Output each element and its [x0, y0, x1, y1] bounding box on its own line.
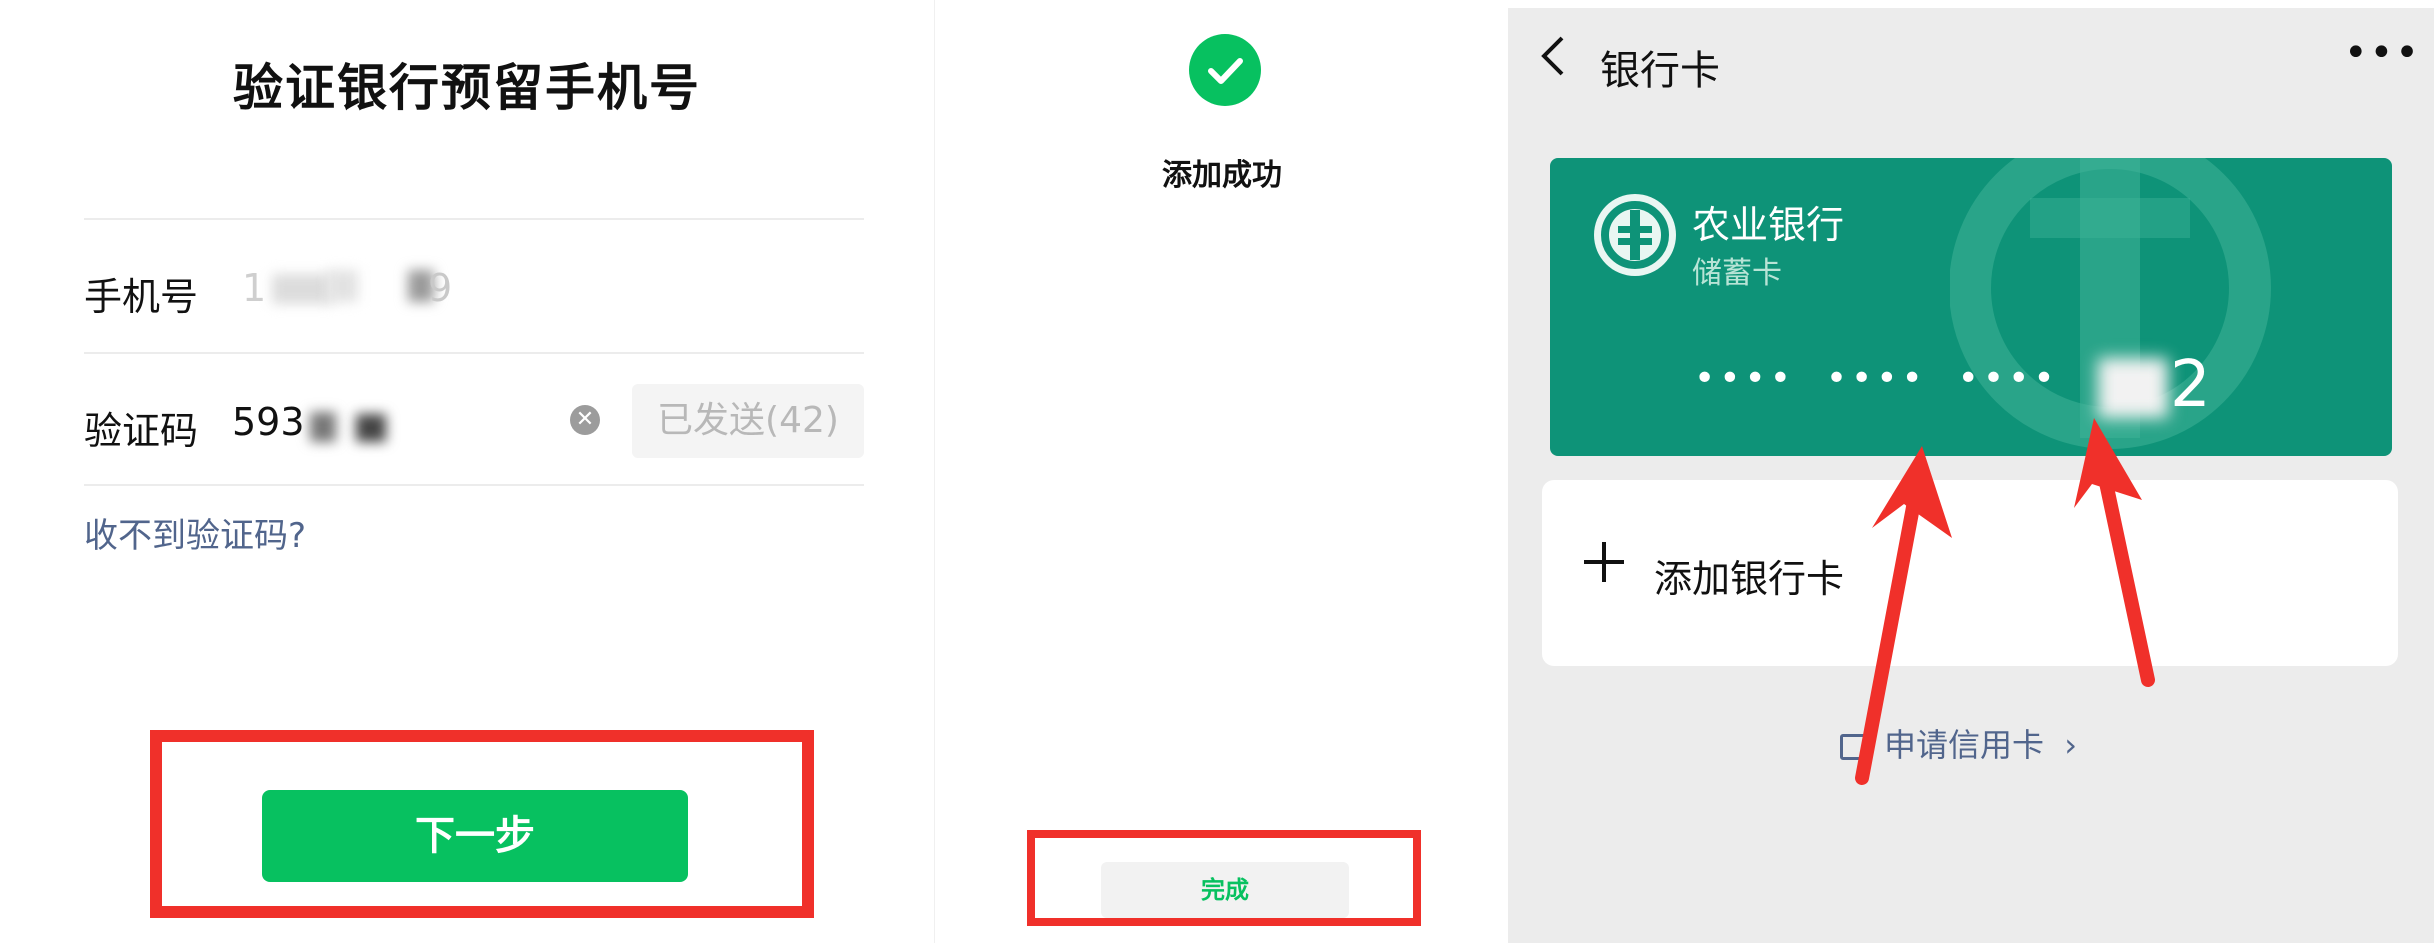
done-button[interactable]: 完成 — [1101, 862, 1349, 918]
success-message: 添加成功 — [1162, 158, 1282, 193]
phone-label: 手机号 — [84, 275, 199, 319]
phone-end-value: 9 — [428, 266, 453, 310]
redacted-blur — [310, 412, 336, 442]
success-check-icon — [1189, 34, 1261, 106]
add-success-screen: 添加成功 完成 — [934, 0, 1509, 943]
bank-card-screen: 银行卡 ••• 农业银行 储蓄卡 •••• •••• •••• 2 添加银行卡 … — [1508, 0, 2434, 943]
page-title: 验证银行预留手机号 — [233, 59, 701, 117]
verify-phone-screen: 验证银行预留手机号 手机号 1 9 验证码 593 ✕ 已发送(42) 收不到验… — [0, 0, 934, 943]
phone-field[interactable]: 1 9 — [232, 256, 832, 322]
next-button[interactable]: 下一步 — [262, 790, 688, 882]
divider — [84, 218, 864, 220]
annotation-arrows — [1855, 418, 2155, 785]
clear-icon[interactable]: ✕ — [570, 405, 600, 435]
phone-value: 1 — [242, 266, 267, 310]
redacted-blur — [272, 274, 332, 304]
code-label: 验证码 — [84, 409, 199, 453]
code-value: 593 — [232, 400, 305, 444]
redacted-blur — [328, 270, 358, 302]
no-code-link[interactable]: 收不到验证码? — [84, 508, 306, 557]
divider — [84, 484, 864, 486]
resend-code-button[interactable]: 已发送(42) — [632, 384, 864, 458]
redacted-blur — [356, 414, 386, 442]
divider — [84, 352, 864, 354]
code-input[interactable]: 593 — [232, 392, 562, 452]
